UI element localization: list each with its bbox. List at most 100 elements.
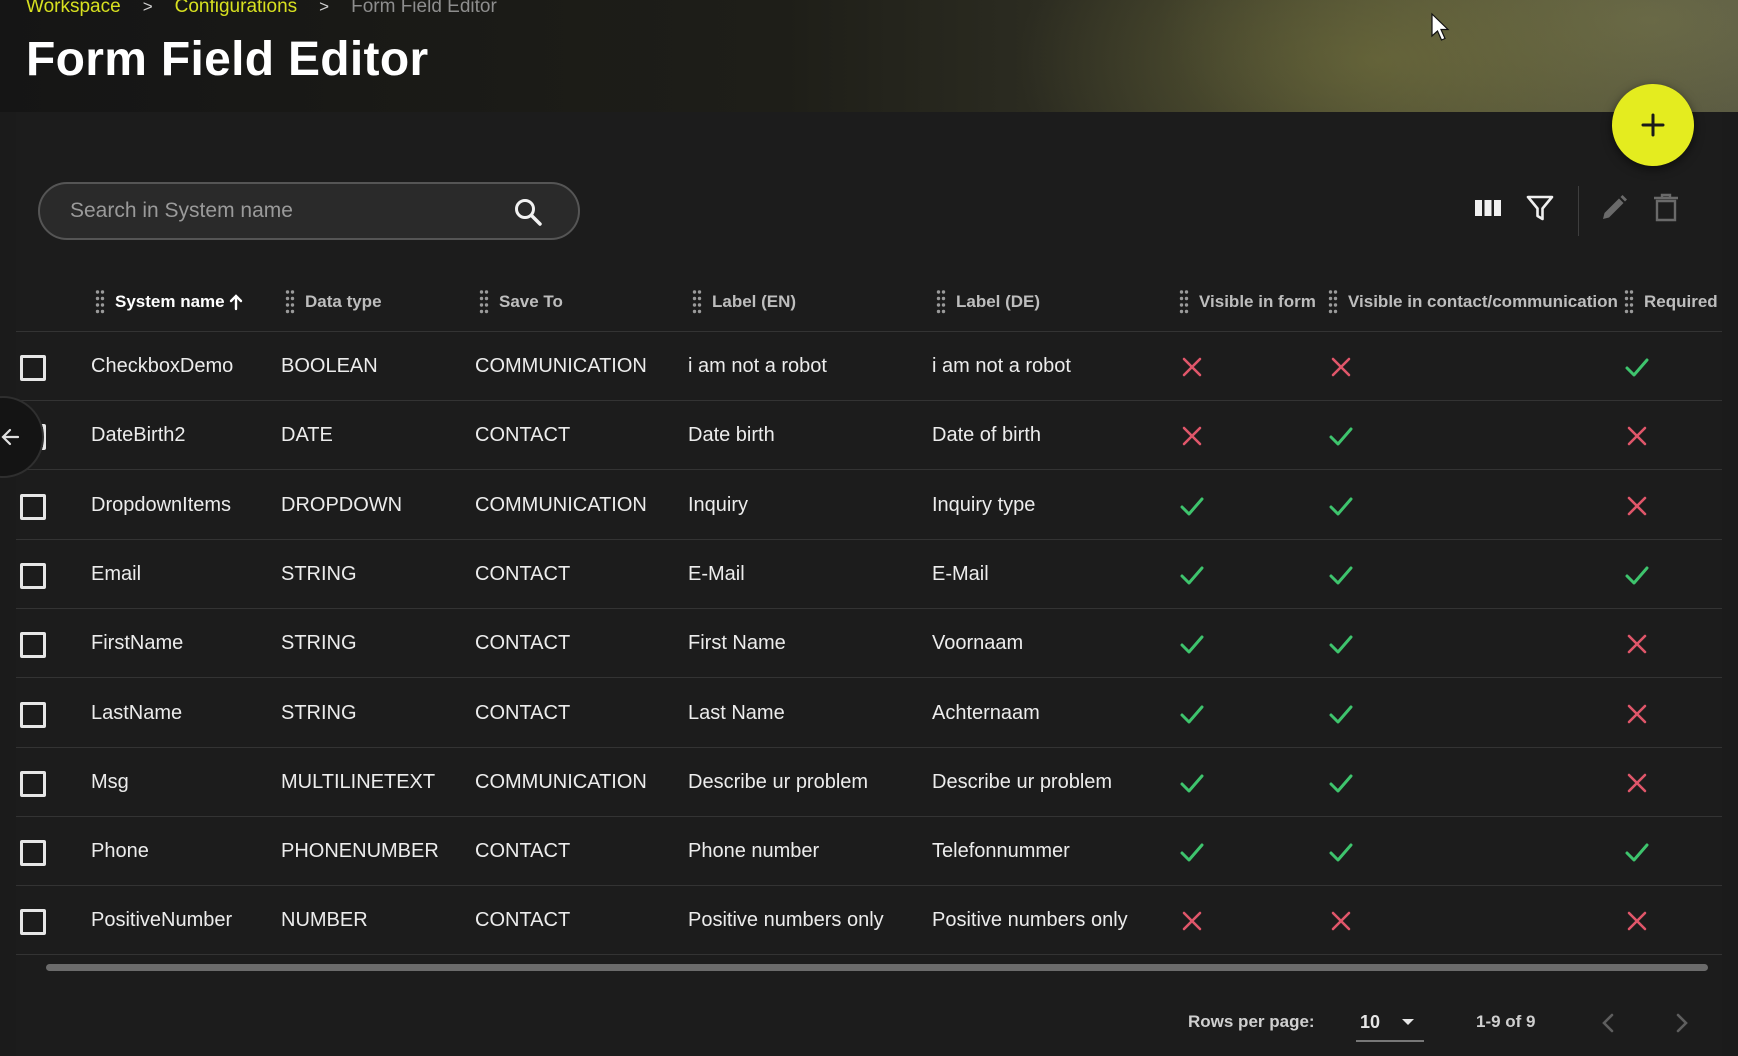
cell-label-en: Phone number [688, 840, 820, 863]
cell-label-en: i am not a robot [688, 355, 827, 377]
drag-handle-icon[interactable] [1328, 289, 1338, 315]
drag-handle-icon[interactable] [1179, 289, 1189, 315]
cell-data-type: STRING [281, 562, 357, 585]
cell-label-en: First Name [688, 632, 786, 655]
row-checkbox[interactable] [20, 840, 46, 867]
cell-label-de: i am not a robot [932, 355, 1071, 377]
drag-handle-icon[interactable] [1624, 289, 1634, 315]
add-field-button[interactable] [1612, 84, 1694, 166]
column-header-label: System name [115, 292, 225, 311]
cell-data-type: STRING [281, 632, 357, 655]
page-header: Workspace > Configurations > Form Field … [0, 0, 1738, 112]
table-row[interactable]: DateBirth2 DATE CONTACT Date birth Date of b… [16, 401, 1722, 471]
cell-save-to: CONTACT [475, 840, 571, 863]
chevron-right-icon[interactable] [1666, 1006, 1696, 1040]
cell-label-de: Date of birth [932, 424, 1041, 447]
cell-label-de: Describe ur problem [932, 770, 1113, 793]
check-icon [1329, 705, 1353, 723]
columns-icon[interactable] [1472, 192, 1504, 224]
drag-handle-icon[interactable] [479, 289, 489, 315]
table-row[interactable]: CheckboxDemo BOOLEAN COMMUNICATION i am not… [16, 332, 1722, 401]
cross-icon [1331, 912, 1351, 931]
check-icon [1625, 843, 1649, 862]
drag-handle-icon[interactable] [692, 289, 702, 315]
cell-label-de: Positive numbers only [932, 909, 1128, 932]
table-row[interactable]: Email STRING CONTACT E-Mail E-Mail [16, 540, 1722, 609]
row-checkbox[interactable] [20, 770, 46, 797]
row-checkbox[interactable] [20, 493, 46, 520]
table-row[interactable]: DropdownItems DROPDOWN COMMUNICATION Inquir… [16, 471, 1722, 540]
cell-system-name: PositiveNumber [91, 909, 233, 932]
cell-data-type: MULTILINETEXT [281, 770, 436, 793]
horizontal-scrollbar[interactable] [46, 964, 1708, 971]
row-checkbox[interactable] [20, 355, 46, 381]
cross-icon [1182, 912, 1202, 931]
row-checkbox[interactable] [20, 562, 46, 589]
check-icon [1329, 566, 1353, 585]
filter-icon[interactable] [1524, 192, 1556, 224]
toolbar-divider [1578, 186, 1579, 236]
check-icon [1180, 497, 1204, 516]
row-checkbox[interactable] [20, 632, 46, 659]
drag-handle-icon[interactable] [285, 289, 295, 315]
column-header-label-en[interactable]: Label (EN) [692, 272, 796, 332]
chevron-left-icon[interactable] [1594, 1006, 1624, 1040]
rows-per-page-select[interactable]: 10 [1356, 1006, 1424, 1042]
table-row[interactable]: Msg MULTILINETEXT COMMUNICATION Describe ur… [16, 748, 1722, 817]
search-icon[interactable] [512, 196, 544, 228]
cell-label-en: Last Name [688, 701, 785, 724]
cell-save-to: CONTACT [475, 562, 571, 585]
column-header-visible-in-contact[interactable]: Visible in contact/communication [1328, 272, 1618, 332]
breadcrumb-workspace[interactable]: Workspace [26, 0, 121, 18]
search-input[interactable] [70, 184, 490, 238]
breadcrumb-configurations[interactable]: Configurations [175, 0, 298, 18]
column-header-visible-in-form[interactable]: Visible in form [1179, 272, 1316, 332]
mouse-cursor-icon [1431, 12, 1450, 41]
cell-label-de: Achternaam [932, 701, 1040, 724]
drag-handle-icon[interactable] [936, 289, 946, 315]
cell-label-en: E-Mail [688, 562, 745, 585]
row-checkbox[interactable] [20, 701, 46, 728]
cell-save-to: COMMUNICATION [475, 493, 647, 516]
cell-label-de: Voornaam [932, 632, 1024, 655]
column-header-label: Save To [499, 292, 563, 311]
column-header-label-de[interactable]: Label (DE) [936, 272, 1040, 332]
delete-icon [1654, 193, 1678, 222]
column-header-required[interactable]: Required [1624, 272, 1718, 332]
cell-save-to: CONTACT [475, 424, 571, 447]
column-header-system-name[interactable]: System name [95, 272, 244, 332]
search-box [38, 182, 580, 240]
drag-handle-icon[interactable] [95, 289, 105, 315]
table-row[interactable]: FirstName STRING CONTACT First Name Voornaam [16, 609, 1722, 679]
cell-data-type: NUMBER [281, 909, 368, 932]
edit-icon [1603, 195, 1627, 219]
row-checkbox[interactable] [20, 909, 46, 936]
table-row[interactable]: LastName STRING CONTACT Last Name Achternaam [16, 679, 1722, 748]
check-icon [1329, 427, 1353, 446]
sort-ascending-icon[interactable] [228, 293, 244, 311]
cross-icon [1627, 634, 1647, 654]
rows-per-page-value: 10 [1360, 1012, 1381, 1032]
column-header-save-to[interactable]: Save To [479, 272, 563, 332]
table-header-row: System name Data type Save To Label (EN)… [16, 272, 1722, 332]
cross-icon [1182, 426, 1202, 446]
cell-label-en: Describe ur problem [688, 770, 869, 793]
rows-per-page-label: Rows per page: [1188, 1012, 1315, 1031]
cell-save-to: CONTACT [475, 909, 571, 932]
table-row[interactable]: PositiveNumber NUMBER CONTACT Positive numb… [16, 886, 1722, 956]
cross-icon [1627, 912, 1647, 931]
cell-system-name: Msg [91, 770, 129, 793]
cell-save-to: CONTACT [475, 701, 571, 724]
cell-label-de: Telefonnummer [932, 840, 1070, 863]
plus-icon [1641, 113, 1665, 137]
column-header-label: Label (EN) [712, 292, 797, 311]
cell-data-type: DROPDOWN [281, 493, 403, 516]
cell-data-type: BOOLEAN [281, 355, 378, 377]
column-header-data-type[interactable]: Data type [285, 272, 382, 332]
table-row[interactable]: Phone PHONENUMBER CONTACT Phone number Telef… [16, 817, 1722, 887]
caret-down-icon [1402, 1019, 1414, 1025]
cross-icon [1182, 357, 1202, 377]
check-icon [1625, 358, 1649, 377]
column-header-label: Required [1644, 292, 1718, 311]
cell-label-en: Positive numbers only [688, 909, 884, 932]
